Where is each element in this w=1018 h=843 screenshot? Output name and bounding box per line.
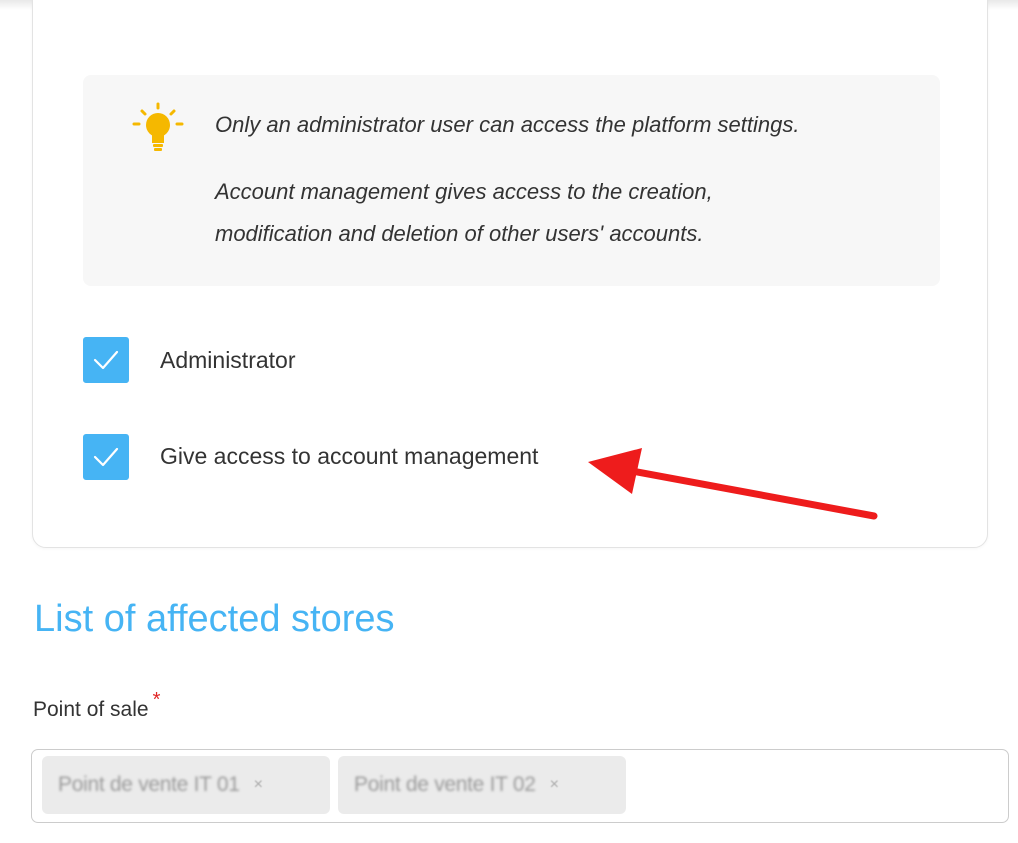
checkmark-icon — [93, 350, 119, 370]
required-marker: * — [152, 689, 161, 711]
chip-label: Point de vente IT 01 — [58, 773, 240, 796]
info-text-admin-only: Only an administrator user can access th… — [215, 112, 800, 137]
section-title: List of affected stores — [34, 598, 395, 640]
account-management-checkbox[interactable] — [83, 434, 129, 480]
point-of-sale-label-text: Point of sale — [33, 698, 149, 721]
account-management-label[interactable]: Give access to account management — [160, 441, 538, 471]
chip-label: Point de vente IT 02 — [354, 773, 536, 796]
point-of-sale-label: Point of sale * — [33, 689, 160, 725]
remove-chip-icon[interactable]: × — [550, 776, 559, 794]
selected-store-chip: Point de vente IT 02 × — [338, 756, 626, 814]
administrator-checkbox[interactable] — [83, 337, 129, 383]
red-arrow-annotation-icon — [588, 448, 878, 520]
info-text-account-management: Account management gives access to the c… — [215, 179, 713, 204]
page: Only an administrator user can access th… — [0, 0, 1018, 843]
info-text-account-management-cont: modification and deletion of other users… — [215, 221, 704, 246]
checkmark-icon — [93, 447, 119, 467]
lightbulb-icon — [132, 102, 184, 151]
remove-chip-icon[interactable]: × — [254, 776, 263, 794]
administrator-label[interactable]: Administrator — [160, 345, 295, 375]
selected-store-chip: Point de vente IT 01 × — [42, 756, 330, 814]
